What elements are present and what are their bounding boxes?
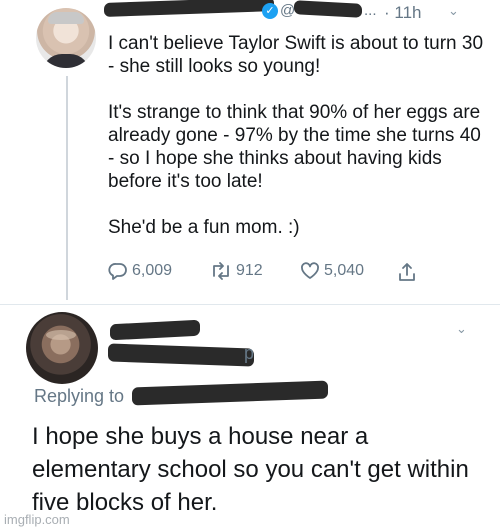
tweet-actions: 6,009 912 5,040 (108, 262, 488, 284)
avatar[interactable] (36, 8, 96, 68)
reply-count: 6,009 (132, 262, 173, 279)
retweet-icon (213, 262, 229, 280)
imgflip-watermark: imgflip.com (4, 512, 70, 527)
handle-suffix: ... (364, 2, 377, 19)
replying-to-label: Replying to (34, 386, 125, 406)
reply-icon (108, 263, 127, 280)
like-button[interactable]: 5,040 (300, 262, 364, 280)
avatar-shirt (42, 54, 90, 68)
handle-tail: p (244, 343, 255, 363)
reply-button[interactable]: 6,009 (108, 262, 172, 280)
tweet-timestamp[interactable]: · 11h (384, 3, 422, 23)
redacted-replying-handle (132, 380, 328, 406)
verified-badge-icon: ✓ (262, 3, 278, 19)
retweet-count: 912 (236, 262, 263, 279)
avatar-face (46, 330, 76, 340)
retweet-button[interactable]: 912 (210, 262, 263, 280)
share-icon (399, 263, 415, 281)
redacted-display-name (110, 319, 200, 341)
chevron-down-icon[interactable]: ⌄ (456, 322, 467, 337)
redacted-display-name (104, 0, 274, 17)
thread-line (66, 76, 68, 300)
redacted-handle (108, 343, 254, 367)
reply-tweet-text: I hope she buys a house near a elementar… (32, 423, 469, 516)
tweet-text: I can't believe Taylor Swift is about to… (108, 33, 484, 238)
like-count: 5,040 (324, 262, 365, 279)
handle-prefix[interactable]: @ (280, 2, 295, 19)
share-button[interactable] (398, 262, 416, 282)
chevron-down-icon[interactable]: ⌄ (448, 4, 459, 19)
redacted-handle (294, 0, 362, 18)
like-icon (301, 262, 319, 279)
avatar-hair (48, 12, 84, 24)
tweet-divider (0, 304, 500, 305)
reply-avatar[interactable] (26, 312, 98, 384)
